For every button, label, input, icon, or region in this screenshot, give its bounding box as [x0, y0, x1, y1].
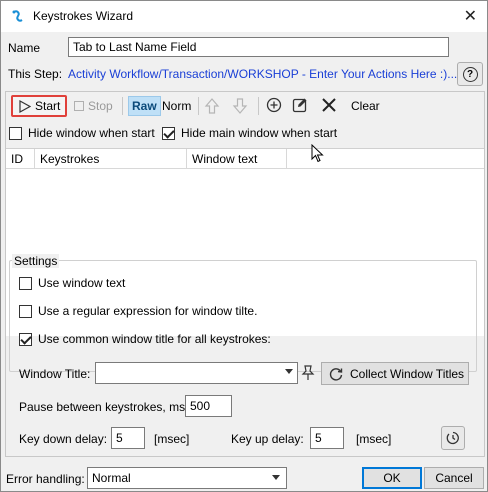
hide-window-label: Hide window when start — [28, 126, 155, 140]
pin-icon[interactable] — [301, 365, 315, 381]
column-divider — [286, 149, 287, 169]
start-label: Start — [35, 99, 61, 113]
timing-options-button[interactable] — [441, 426, 465, 450]
collect-window-titles-button[interactable]: Collect Window Titles — [321, 362, 469, 385]
ok-button[interactable]: OK — [362, 467, 422, 489]
chevron-down-icon[interactable] — [285, 369, 293, 374]
chevron-down-icon[interactable] — [272, 475, 280, 480]
stop-button[interactable]: Stop — [74, 95, 113, 117]
keystrokes-wizard-window: Keystrokes Wizard ✕ Name This Step: Acti… — [0, 0, 488, 492]
window-title-label: Window Title: — [19, 367, 91, 381]
raw-button[interactable]: Raw — [128, 96, 161, 116]
column-divider — [186, 149, 187, 169]
clear-button[interactable]: Clear — [351, 95, 380, 117]
use-regex-option[interactable]: Use a regular expression for window tilt… — [19, 304, 257, 318]
use-window-text-label: Use window text — [38, 276, 126, 290]
use-window-text-checkbox[interactable] — [19, 276, 32, 290]
table-header: ID Keystrokes Window text — [6, 149, 484, 169]
title-bar: Keystrokes Wizard ✕ — [1, 1, 487, 32]
hide-main-checkbox[interactable] — [162, 126, 175, 140]
hide-main-label: Hide main window when start — [181, 126, 338, 140]
window-title: Keystrokes Wizard — [33, 9, 134, 23]
key-up-label: Key up delay: — [231, 432, 304, 446]
use-common-title-option[interactable]: Use common window title for all keystrok… — [19, 332, 271, 346]
timer-icon — [446, 431, 459, 445]
column-window-text[interactable]: Window text — [192, 152, 257, 166]
norm-button[interactable]: Norm — [162, 95, 191, 117]
step-label: This Step: — [8, 67, 63, 81]
toolbar-divider — [198, 97, 199, 115]
delete-icon[interactable] — [321, 97, 337, 113]
mouse-cursor-icon — [311, 144, 324, 163]
settings-title: Settings — [12, 254, 60, 268]
key-down-unit: [msec] — [154, 432, 190, 446]
hide-window-checkbox[interactable] — [9, 126, 22, 140]
question-icon: ? — [462, 66, 478, 82]
column-divider — [34, 149, 35, 169]
stop-label: Stop — [88, 99, 113, 113]
edit-icon[interactable] — [292, 97, 308, 113]
stop-icon — [74, 101, 84, 111]
app-icon — [12, 10, 23, 22]
play-icon — [19, 99, 31, 113]
pause-input[interactable] — [185, 395, 232, 417]
column-keystrokes[interactable]: Keystrokes — [40, 152, 99, 166]
use-common-title-label: Use common window title for all keystrok… — [38, 332, 271, 346]
use-common-title-checkbox[interactable] — [19, 332, 32, 346]
use-regex-checkbox[interactable] — [19, 304, 32, 318]
toolbar-divider — [258, 97, 259, 115]
name-input[interactable] — [68, 37, 449, 57]
key-up-input[interactable] — [310, 427, 344, 449]
cancel-button[interactable]: Cancel — [424, 467, 484, 489]
window-title-combo[interactable] — [95, 362, 298, 384]
use-regex-label: Use a regular expression for window tilt… — [38, 304, 258, 318]
column-id[interactable]: ID — [11, 152, 23, 166]
error-handling-combo[interactable]: Normal — [87, 467, 287, 489]
use-window-text-option[interactable]: Use window text — [19, 276, 125, 290]
help-button[interactable]: ? — [457, 62, 483, 86]
error-handling-value: Normal — [92, 471, 131, 485]
collect-label: Collect Window Titles — [350, 366, 465, 381]
toolbar-divider — [122, 97, 123, 115]
pause-label: Pause between keystrokes, ms: — [19, 400, 189, 414]
toolbar: Start Stop Raw Norm Clear — [6, 92, 484, 120]
refresh-icon — [329, 367, 343, 381]
hide-main-option[interactable]: Hide main window when start — [162, 126, 337, 140]
hide-window-option[interactable]: Hide window when start — [9, 126, 155, 140]
name-label: Name — [8, 41, 41, 55]
move-down-icon[interactable] — [232, 97, 248, 115]
start-button[interactable]: Start — [11, 95, 67, 117]
step-link[interactable]: Activity Workflow/Transaction/WORKSHOP -… — [68, 67, 457, 81]
key-down-input[interactable] — [111, 427, 145, 449]
close-icon[interactable]: ✕ — [464, 6, 477, 26]
key-up-unit: [msec] — [356, 432, 392, 446]
move-up-icon[interactable] — [204, 97, 220, 115]
add-icon[interactable] — [266, 97, 282, 113]
error-handling-label: Error handling: — [6, 472, 85, 486]
key-down-label: Key down delay: — [19, 432, 108, 446]
